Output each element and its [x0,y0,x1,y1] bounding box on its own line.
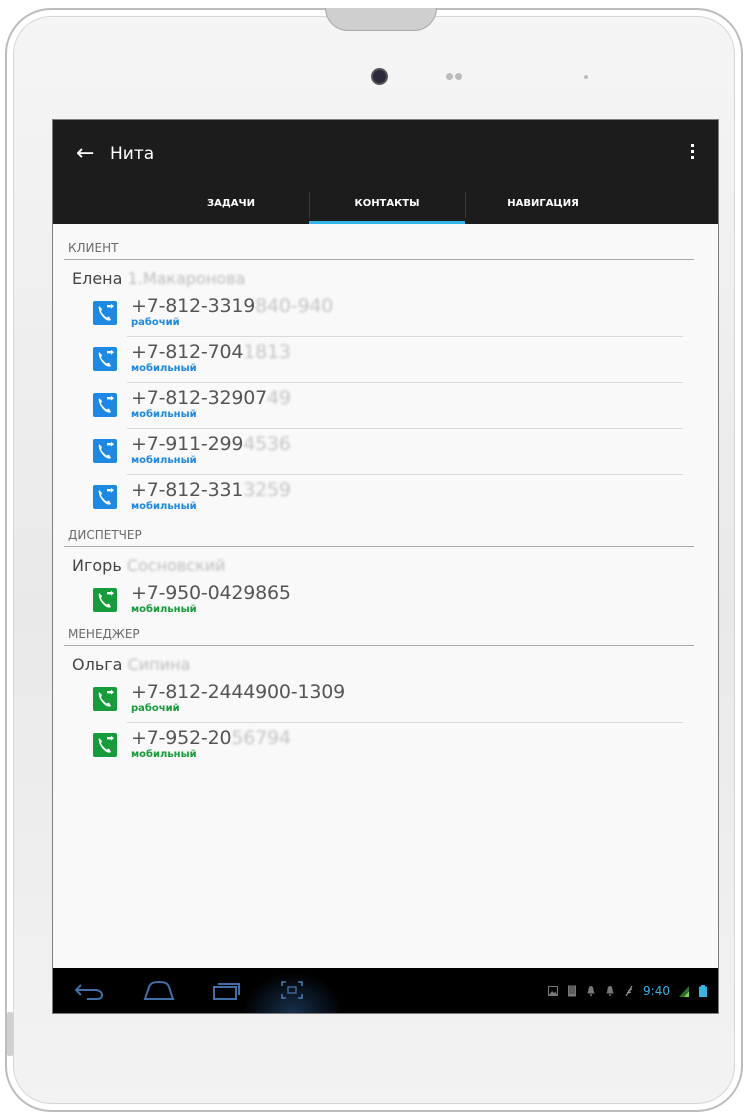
screenshot-icon[interactable] [277,977,307,1003]
phone-call-icon[interactable] [93,393,117,417]
phone-number: +7-812-3313259 [131,479,291,501]
section-header-dispatcher: ДИСПЕТЧЕР [68,528,142,542]
tab-contacts[interactable]: КОНТАКТЫ [309,184,465,224]
nav-recents-icon[interactable] [209,977,243,1003]
phone-type: мобильный [131,749,197,760]
sensor-dot [446,73,453,80]
phone-call-icon[interactable] [93,439,117,463]
section-divider [64,645,694,646]
sd-card-icon [568,985,577,997]
first-name: Елена [72,269,123,288]
phone-type: мобильный [131,409,197,420]
phone-number: +7-812-2444900-1309 [131,681,346,703]
status-area[interactable]: 9:40 [548,982,708,1000]
phone-call-icon[interactable] [93,485,117,509]
first-name: Игорь [72,556,122,575]
phone-row[interactable]: +7-950-0429865 мобильный [93,578,689,624]
phone-call-icon[interactable] [93,687,117,711]
last-name-blurred: Сипина [127,655,191,674]
phone-type: рабочий [131,703,180,714]
gallery-icon [548,986,559,996]
usb-debug-icon [625,985,633,997]
sensor-dot [455,73,462,80]
section-header-client: КЛИЕНТ [68,241,119,255]
nav-home-icon[interactable] [141,977,177,1003]
nav-back-icon[interactable] [73,977,107,1003]
battery-icon [699,985,707,997]
sensor-dot [584,75,588,79]
section-divider [64,259,694,260]
phone-number: +7-812-3290749 [131,387,291,409]
section-header-manager: МЕНЕДЖЕР [68,627,140,641]
signal-icon [679,986,689,997]
overflow-menu-icon[interactable] [691,144,695,162]
contact-name[interactable]: Игорь Сосновский [72,556,226,575]
first-name: Ольга [72,655,123,674]
section-divider [64,546,694,547]
phone-number: +7-812-7041813 [131,341,291,363]
phone-number: +7-952-2056794 [131,727,291,749]
tablet-side-button [7,1012,13,1056]
tablet-top-notch [325,8,437,31]
phone-call-icon[interactable] [93,588,117,612]
phone-type: рабочий [131,317,180,328]
phone-row[interactable]: +7-952-2056794 мобильный [93,723,689,769]
status-time: 9:40 [643,984,670,998]
phone-call-icon[interactable] [93,301,117,325]
contact-name[interactable]: Ольга Сипина [72,655,190,674]
last-name-blurred: 1.Макаронова [127,269,246,288]
phone-row[interactable]: +7-812-7041813 мобильный [93,337,689,383]
phone-call-icon[interactable] [93,733,117,757]
phone-type: мобильный [131,501,197,512]
screen: ← Нита ЗАДАЧИ КОНТАКТЫ НАВИГАЦИЯ КЛИЕНТ … [53,120,718,1013]
phone-type: мобильный [131,363,197,374]
phone-type: мобильный [131,604,197,615]
tab-navigation[interactable]: НАВИГАЦИЯ [465,184,621,224]
phone-call-icon[interactable] [93,347,117,371]
phone-row[interactable]: +7-812-3319840-940 рабочий [93,291,689,337]
tab-indicator [309,221,465,224]
last-name-blurred: Сосновский [126,556,226,575]
phone-number: +7-812-3319840-940 [131,295,334,317]
phone-row[interactable]: +7-812-3290749 мобильный [93,383,689,429]
contact-name[interactable]: Елена 1.Макаронова [72,269,245,288]
phone-type: мобильный [131,455,197,466]
back-arrow-icon[interactable]: ← [76,142,94,166]
phone-row[interactable]: +7-812-2444900-1309 рабочий [93,677,689,723]
tab-bar: ЗАДАЧИ КОНТАКТЫ НАВИГАЦИЯ [53,184,718,224]
phone-number: +7-950-0429865 [131,582,291,604]
notification-icon [606,986,614,996]
phone-row[interactable]: +7-911-2994536 мобильный [93,429,689,475]
page-title: Нита [110,144,155,164]
action-bar: ← Нита ЗАДАЧИ КОНТАКТЫ НАВИГАЦИЯ [53,120,718,224]
phone-number: +7-911-2994536 [131,433,291,455]
notification-icon [587,986,595,996]
front-camera [373,70,386,83]
tab-tasks[interactable]: ЗАДАЧИ [153,184,309,224]
system-navigation-bar: 9:40 [53,968,718,1013]
phone-row[interactable]: +7-812-3313259 мобильный [93,475,689,521]
